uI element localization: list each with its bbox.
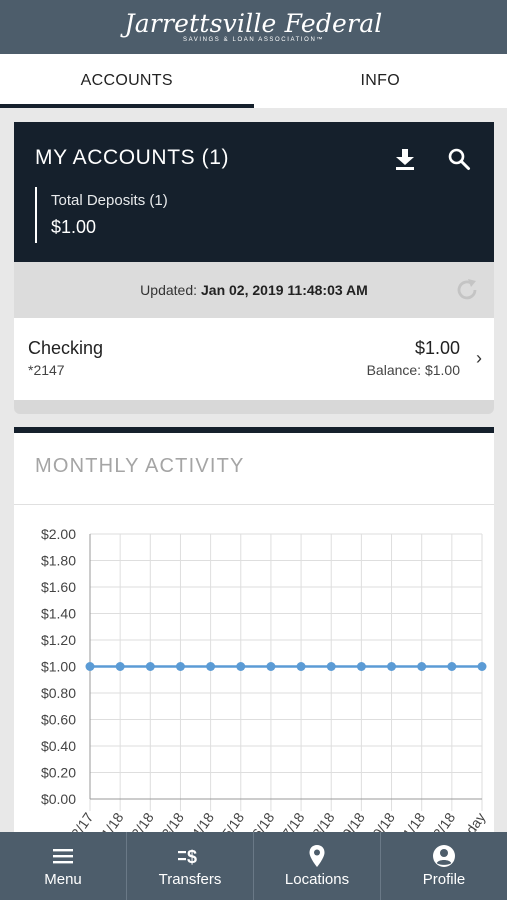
my-accounts-card: MY ACCOUNTS (1) Total Deposits (1) $1.00: [14, 122, 494, 262]
refresh-button[interactable]: [454, 277, 480, 306]
y-tick-label: $0.80: [41, 685, 76, 701]
search-icon: [448, 148, 470, 170]
chevron-right-icon: ›: [476, 348, 482, 368]
total-deposits-block[interactable]: Total Deposits (1) $1.00: [35, 187, 168, 243]
search-button[interactable]: [444, 144, 474, 174]
y-tick-label: $0.40: [41, 738, 76, 754]
y-tick-label: $0.20: [41, 765, 76, 781]
tab-accounts[interactable]: ACCOUNTS: [0, 54, 254, 108]
total-deposits-value: $1.00: [51, 217, 97, 237]
data-point: [326, 662, 336, 671]
data-point: [206, 662, 216, 671]
account-name: Checking: [28, 338, 104, 358]
nav-profile[interactable]: Profile: [381, 832, 507, 900]
transfers-icon: $: [177, 844, 203, 868]
nav-locations-label: Locations: [284, 871, 350, 888]
y-tick-label: $1.80: [41, 553, 76, 569]
data-point: [387, 662, 397, 671]
total-deposits-label: Total Deposits (1): [51, 192, 168, 209]
y-tick-label: $1.40: [41, 606, 76, 622]
monthly-activity-card: MONTHLY ACTIVITY $2.00 $1.80 $1.60 $1.40 $1.…: [14, 427, 494, 847]
nav-transfers-label: Transfers: [158, 871, 222, 888]
data-point: [447, 662, 457, 671]
menu-icon: [52, 844, 74, 868]
data-point: [175, 662, 185, 671]
updated-timestamp: Jan 02, 2019 11:48:03 AM: [201, 282, 368, 298]
account-amount: $1.00: [414, 338, 460, 358]
data-point: [85, 662, 95, 671]
nav-locations[interactable]: Locations: [254, 832, 381, 900]
data-point: [236, 662, 246, 671]
account-balance: Balance: $1.00: [366, 362, 460, 378]
y-tick-label: $0.60: [41, 712, 76, 728]
data-point: [417, 662, 427, 671]
profile-icon: [432, 844, 456, 868]
tab-bar: ACCOUNTS INFO: [0, 54, 507, 108]
y-tick-label: $1.20: [41, 632, 76, 648]
svg-text:$: $: [187, 847, 197, 867]
bank-logo: Jarrettsville Federal SAVINGS & LOAN ASS…: [124, 11, 382, 43]
nav-menu[interactable]: Menu: [0, 832, 127, 900]
download-button[interactable]: [390, 144, 420, 174]
data-point: [145, 662, 155, 671]
app-header: Jarrettsville Federal SAVINGS & LOAN ASS…: [0, 0, 507, 54]
accounts-list-footer: [14, 400, 494, 414]
bottom-nav: Menu $ Transfers Locations Profile: [0, 832, 507, 900]
y-tick-label: $1.00: [41, 659, 76, 675]
chart-divider: [14, 504, 494, 505]
tab-accounts-label: ACCOUNTS: [80, 72, 173, 89]
nav-menu-label: Menu: [44, 871, 82, 888]
tab-info[interactable]: INFO: [254, 54, 507, 108]
data-point: [356, 662, 366, 671]
account-row-checking[interactable]: Checking *2147 $1.00 Balance: $1.00 ›: [14, 318, 494, 400]
y-tick-label: $2.00: [41, 526, 76, 542]
nav-transfers[interactable]: $ Transfers: [127, 832, 254, 900]
location-pin-icon: [308, 844, 326, 868]
my-accounts-title: MY ACCOUNTS (1): [35, 146, 230, 169]
data-point: [477, 662, 487, 671]
nav-profile-label: Profile: [422, 871, 466, 888]
y-tick-label: $1.60: [41, 579, 76, 595]
tab-info-label: INFO: [360, 72, 400, 89]
last-updated-bar: Updated: Jan 02, 2019 11:48:03 AM: [14, 262, 494, 318]
data-point: [115, 662, 125, 671]
monthly-activity-chart: $2.00 $1.80 $1.60 $1.40 $1.20 $1.00 $0.80 $0.60…: [41, 526, 489, 839]
y-tick-label: $0.00: [41, 791, 76, 807]
updated-label: Updated:: [140, 282, 197, 298]
refresh-icon: [457, 279, 477, 300]
logo-name: Jarrettsville Federal: [124, 9, 383, 38]
data-point: [266, 662, 276, 671]
download-icon: [396, 149, 414, 170]
data-point: [296, 662, 306, 671]
account-number: *2147: [28, 362, 65, 378]
monthly-activity-title: MONTHLY ACTIVITY: [35, 455, 245, 477]
